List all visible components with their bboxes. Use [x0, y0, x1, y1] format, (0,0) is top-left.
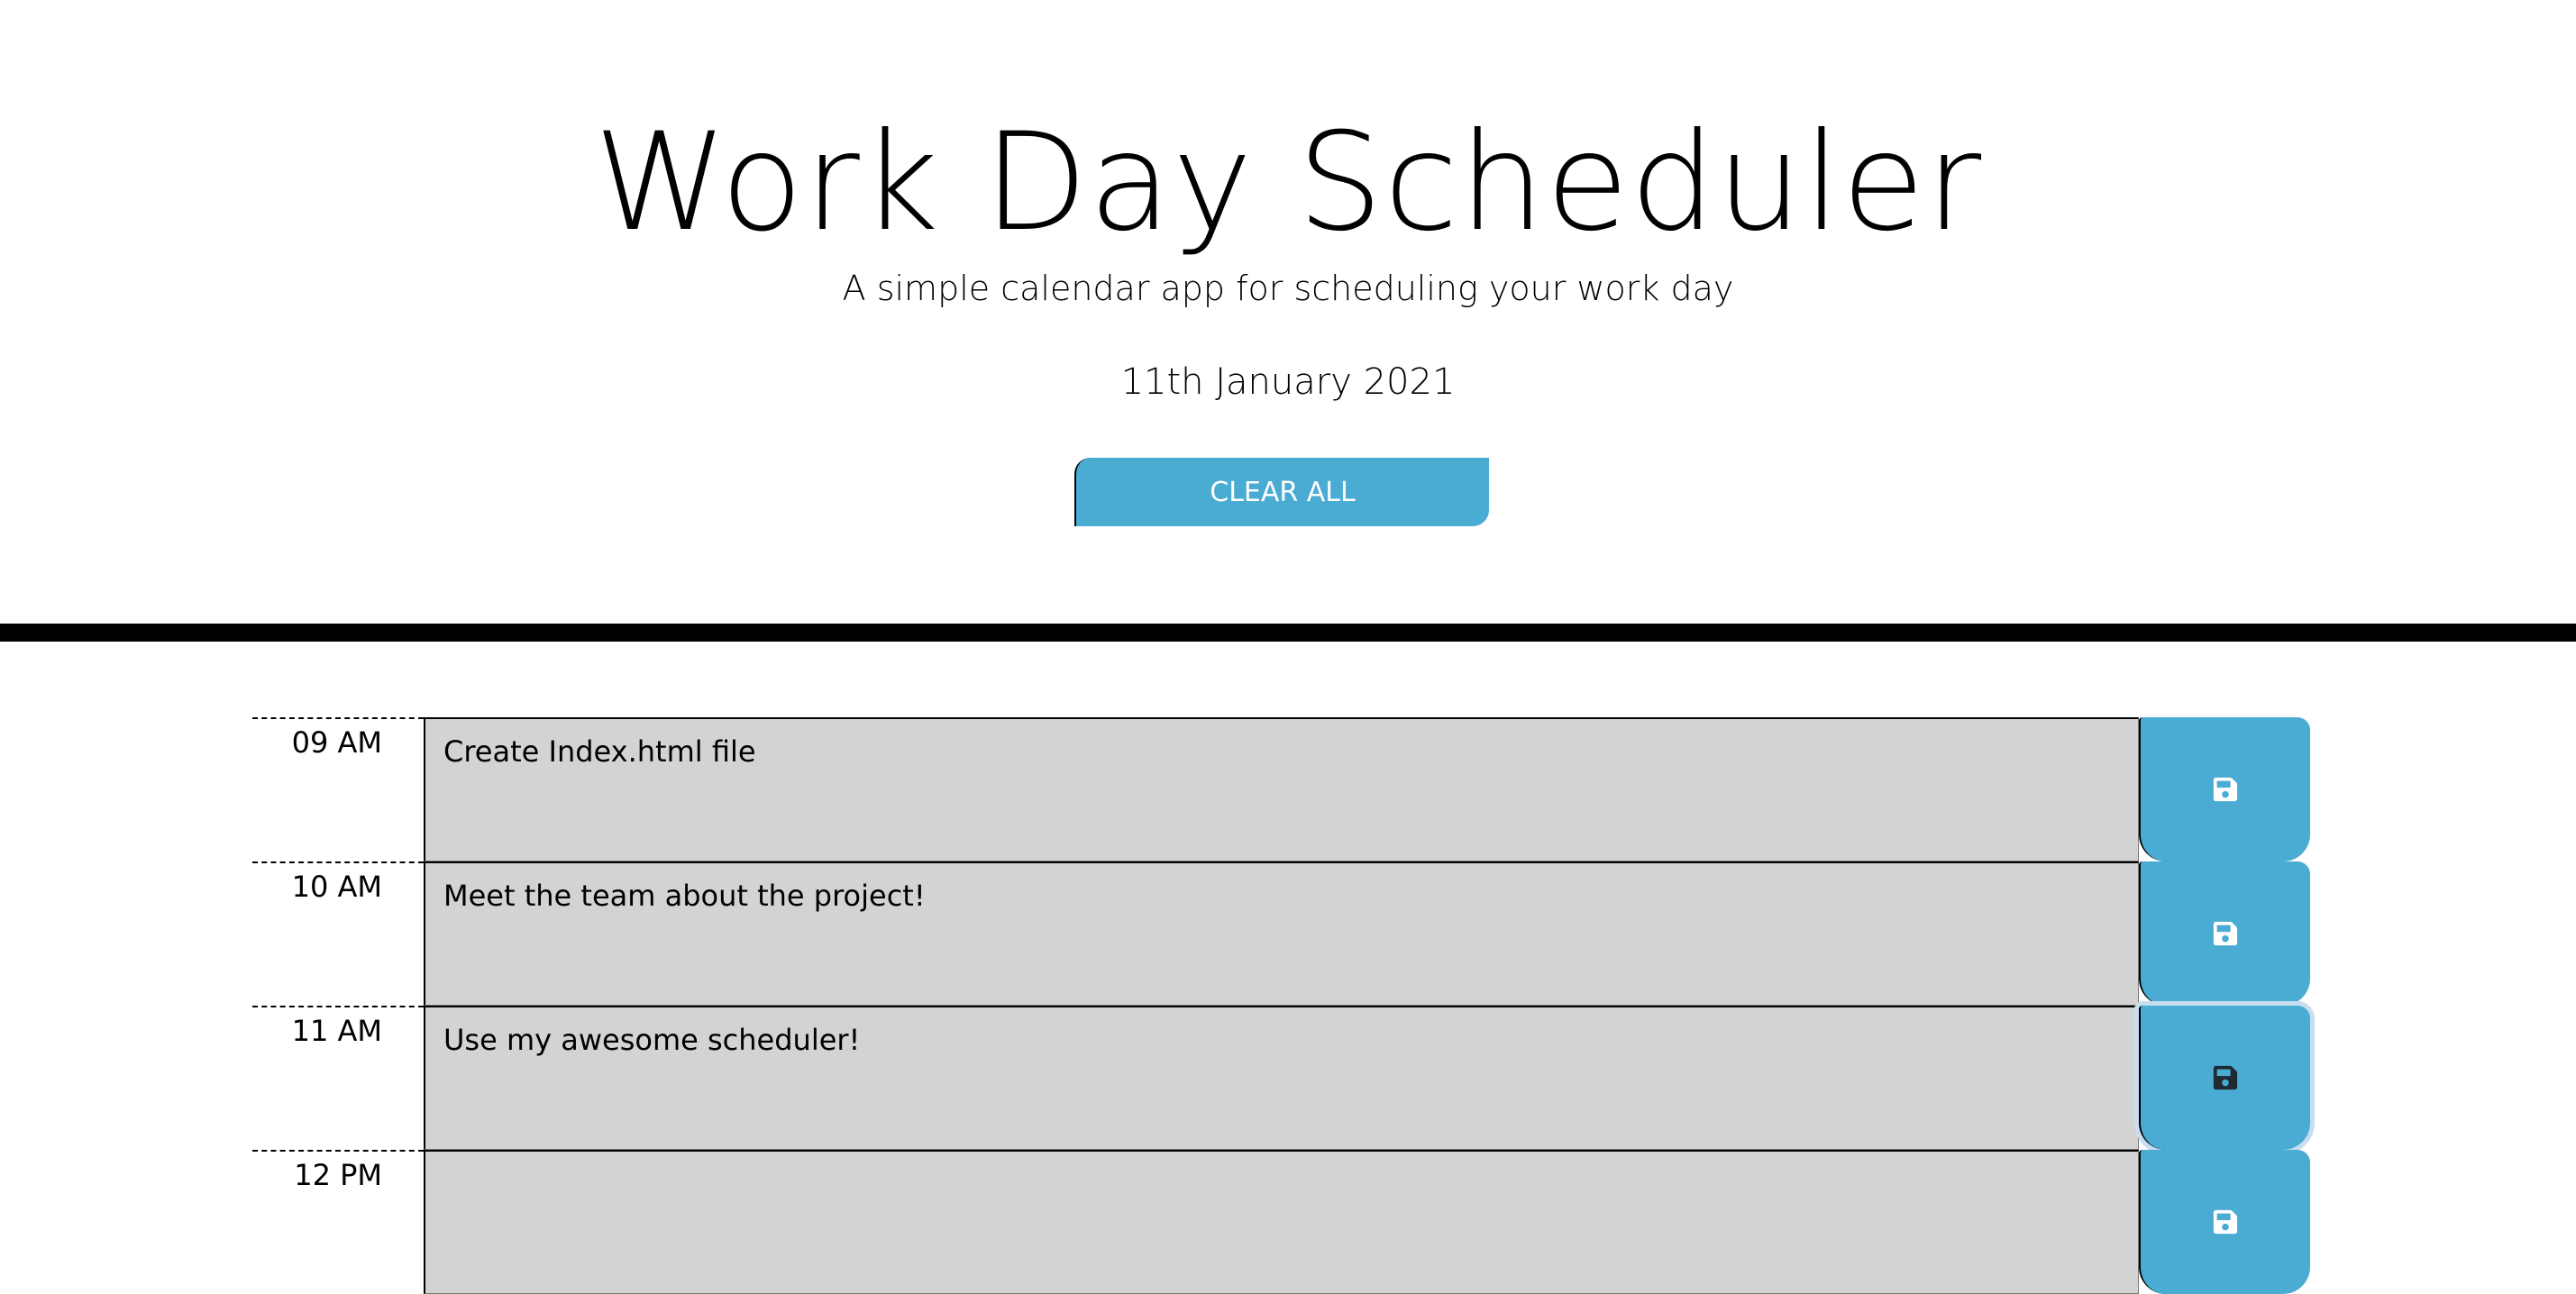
page-title: Work Day Scheduler — [593, 105, 1983, 261]
current-day: 11th January 2021 — [1120, 361, 1456, 403]
save-button[interactable] — [2139, 1006, 2310, 1150]
description-textarea[interactable] — [424, 861, 2139, 1006]
timeblock-row: 09 AM — [252, 717, 2310, 861]
save-button[interactable] — [2139, 717, 2310, 861]
timeblock-row: 12 PM — [252, 1150, 2310, 1294]
description-textarea[interactable] — [424, 717, 2139, 861]
timeblock-row: 10 AM — [252, 861, 2310, 1006]
save-button[interactable] — [2139, 1150, 2310, 1294]
hour-label: 11 AM — [252, 1006, 424, 1150]
description-textarea[interactable] — [424, 1150, 2139, 1294]
description-textarea[interactable] — [424, 1006, 2139, 1150]
floppy-disk-icon — [2213, 921, 2238, 946]
hour-label: 10 AM — [252, 861, 424, 1006]
page-subtitle: A simple calendar app for scheduling you… — [842, 269, 1734, 308]
floppy-disk-icon — [2213, 777, 2238, 802]
timeblock-row: 11 AM — [252, 1006, 2310, 1150]
floppy-disk-icon — [2213, 1065, 2238, 1090]
hour-label: 09 AM — [252, 717, 424, 861]
floppy-disk-icon — [2213, 1209, 2238, 1235]
clear-all-button[interactable]: CLEAR ALL — [1074, 458, 1489, 526]
save-button[interactable] — [2139, 861, 2310, 1006]
hour-label: 12 PM — [252, 1150, 424, 1294]
header: Work Day Scheduler A simple calendar app… — [0, 0, 2576, 642]
